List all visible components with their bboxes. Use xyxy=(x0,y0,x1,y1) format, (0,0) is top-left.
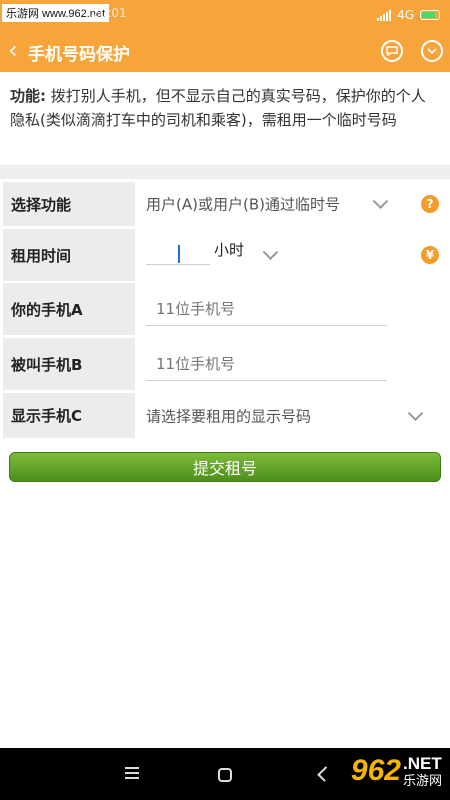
function-select[interactable]: 用户(A)或用户(B)通过临时号 ? xyxy=(138,182,445,226)
feature-label: 功能: xyxy=(10,87,46,105)
home-icon[interactable] xyxy=(218,768,232,782)
hours-input[interactable] xyxy=(146,243,210,265)
submit-rent-button[interactable]: 提交租号 xyxy=(9,452,441,482)
phone-a-input[interactable] xyxy=(156,300,376,318)
chevron-down-circle-icon[interactable] xyxy=(421,40,443,62)
function-value: 用户(A)或用户(B)通过临时号 xyxy=(146,195,340,214)
status-time: 20:01 xyxy=(92,6,127,20)
network-label: 4G xyxy=(397,8,414,22)
page-title: 手机号码保护 xyxy=(28,45,130,65)
phone-b-input[interactable] xyxy=(156,355,376,373)
signal-icon xyxy=(377,9,392,21)
hours-unit: 小时 xyxy=(214,241,245,259)
feature-description: 功能: 拨打别人手机，但不显示自己的真实号码，保护你的个人隐私(类似滴滴打车中的… xyxy=(0,72,450,167)
watermark-logo: 962 .NET 乐游网 xyxy=(351,754,442,788)
function-label: 选择功能 xyxy=(3,182,135,226)
text-caret xyxy=(178,245,180,263)
rental-time-row[interactable]: 租用时间 小时 ¥ xyxy=(3,229,445,281)
phone-b-row: 被叫手机B xyxy=(3,338,445,390)
phone-a-row: 你的手机A xyxy=(3,283,445,335)
chevron-down-icon[interactable] xyxy=(262,244,279,261)
app-header: 乐游网 www.962.net 20:01 4G ‹ 手机号码保护 xyxy=(0,0,450,72)
phone-b-label: 被叫手机B xyxy=(3,338,135,390)
function-row[interactable]: 选择功能 用户(A)或用户(B)通过临时号 ? xyxy=(3,182,445,226)
chat-bubble-icon[interactable] xyxy=(381,40,403,62)
phone-a-underline xyxy=(146,325,387,326)
watermark-cn: 乐游网 xyxy=(402,772,442,788)
price-icon[interactable]: ¥ xyxy=(421,246,439,264)
rental-time-label: 租用时间 xyxy=(3,229,135,281)
menu-icon[interactable] xyxy=(125,767,139,782)
chevron-down-icon[interactable] xyxy=(372,193,389,210)
battery-icon xyxy=(420,10,440,20)
feature-text: 拨打别人手机，但不显示自己的真实号码，保护你的个人隐私(类似滴滴打车中的司机和乘… xyxy=(10,87,426,129)
phone-a-label: 你的手机A xyxy=(3,283,135,335)
nav-bar: ‹ 手机号码保护 xyxy=(0,30,450,72)
back-icon[interactable]: ‹ xyxy=(8,38,18,62)
section-divider xyxy=(0,165,450,179)
phone-c-select[interactable]: 请选择要租用的显示号码 xyxy=(138,393,445,438)
phone-b-underline xyxy=(146,380,387,381)
watermark-net: .NET xyxy=(402,753,442,773)
phone-c-label: 显示手机C xyxy=(3,393,135,438)
status-bar: 乐游网 www.962.net 20:01 4G xyxy=(0,0,450,30)
phone-c-row[interactable]: 显示手机C 请选择要租用的显示号码 xyxy=(3,393,445,438)
system-nav-bar: 962 .NET 乐游网 xyxy=(0,748,450,800)
status-indicators: 4G xyxy=(377,8,440,22)
back-arrow-icon[interactable] xyxy=(317,766,333,782)
watermark-logo-number: 962 xyxy=(350,754,401,787)
help-icon[interactable]: ? xyxy=(421,195,439,213)
phone-c-value: 请选择要租用的显示号码 xyxy=(146,407,312,425)
chevron-down-icon[interactable] xyxy=(407,404,424,421)
